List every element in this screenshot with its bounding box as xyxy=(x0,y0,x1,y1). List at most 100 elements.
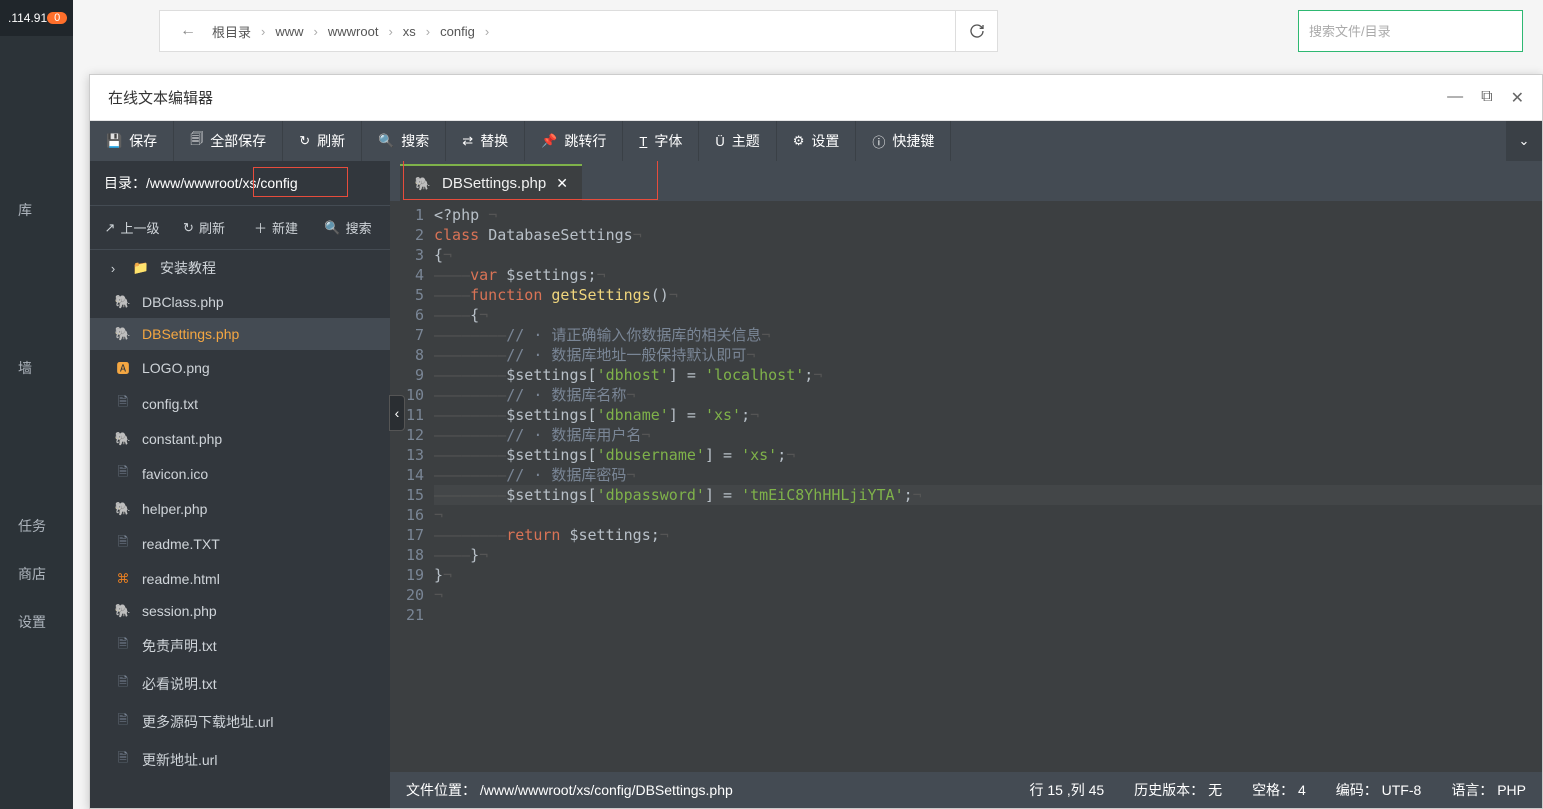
toolbar-overflow-button[interactable]: ⌄ xyxy=(1506,121,1542,161)
sidebar-item-database[interactable]: 库 xyxy=(0,186,73,234)
settings-button[interactable]: ⚙设置 xyxy=(777,121,857,161)
file-item[interactable]: 🗎免责声明.txt xyxy=(90,627,390,665)
refresh-icon xyxy=(969,23,985,39)
file-icon: 🗎 xyxy=(114,393,132,415)
file-panel: 目录：/www/wwwroot/xs/config ↗上一级 ↻刷新 ＋新建 🔍… xyxy=(90,161,390,808)
theme-button[interactable]: Ü主题 xyxy=(699,121,776,161)
crumb-root[interactable]: 根目录 xyxy=(206,22,257,41)
crumb-xs[interactable]: xs xyxy=(397,24,422,39)
file-item[interactable]: 🗎更多源码下载地址.url xyxy=(90,703,390,741)
crumb-config[interactable]: config xyxy=(434,24,481,39)
file-item[interactable]: 🗎更新地址.url xyxy=(90,741,390,779)
save-button[interactable]: 💾保存 xyxy=(90,121,174,161)
notification-badge[interactable]: 0 xyxy=(47,12,67,24)
breadcrumb-bar: ← 根目录› www› wwwroot› xs› config› xyxy=(159,10,1523,52)
save-all-icon: 🗐 xyxy=(190,130,203,152)
minimize-button[interactable]: — xyxy=(1447,88,1463,108)
tab-label: DBSettings.php xyxy=(442,175,546,192)
search-button[interactable]: 🔍搜索 xyxy=(362,121,446,161)
chevron-right-icon: › xyxy=(104,261,122,276)
file-item-selected[interactable]: 🐘DBSettings.php xyxy=(90,318,390,350)
file-item[interactable]: 🅰LOGO.png xyxy=(90,350,390,385)
search-files-button[interactable]: 🔍搜索 xyxy=(312,214,384,241)
maximize-button[interactable]: ⧉ xyxy=(1481,88,1492,108)
gear-icon: ⚙ xyxy=(793,133,805,149)
code-editor[interactable]: 123456789101112131415161718192021 <?php … xyxy=(390,201,1542,772)
indent-status[interactable]: 空格： 4 xyxy=(1252,780,1306,800)
sidebar-item-firewall[interactable]: 墙 xyxy=(0,344,73,392)
crumb-wwwroot[interactable]: wwwroot xyxy=(322,24,385,39)
back-button[interactable]: ← xyxy=(170,22,206,40)
directory-label: 目录：/www/wwwroot/xs/config xyxy=(90,161,390,205)
file-item[interactable]: 🗎config.txt xyxy=(90,385,390,423)
search-icon: 🔍 xyxy=(378,133,394,149)
file-path-status: 文件位置： /www/wwwroot/xs/config/DBSettings.… xyxy=(406,780,733,800)
refresh-icon: ↻ xyxy=(183,220,194,236)
close-button[interactable]: ✕ xyxy=(1511,88,1524,108)
refresh-files-button[interactable]: ↻刷新 xyxy=(168,214,240,241)
main-sidebar: .114.91 0 库 墙 任务 商店 设置 xyxy=(0,0,73,809)
search-input[interactable] xyxy=(1298,10,1523,52)
chevron-right-icon: › xyxy=(481,24,493,39)
file-item[interactable]: 🐘DBClass.php xyxy=(90,286,390,318)
editor-tabs: 🐘 DBSettings.php ✕ xyxy=(390,161,1542,201)
sidebar-item-settings[interactable]: 设置 xyxy=(0,598,73,646)
sidebar-item-store[interactable]: 商店 xyxy=(0,550,73,598)
file-icon: 🗎 xyxy=(114,463,132,485)
language-status[interactable]: 语言： PHP xyxy=(1451,780,1526,800)
crumb-www[interactable]: www xyxy=(269,24,309,39)
php-icon: 🐘 xyxy=(114,603,132,619)
window-controls: — ⧉ ✕ xyxy=(1447,88,1524,108)
font-button[interactable]: T字体 xyxy=(623,121,699,161)
file-item[interactable]: 🐘constant.php xyxy=(90,423,390,455)
editor-title: 在线文本编辑器 xyxy=(108,87,213,108)
breadcrumb: ← 根目录› www› wwwroot› xs› config› xyxy=(159,10,956,52)
php-icon: 🐘 xyxy=(114,431,132,447)
cursor-position-status[interactable]: 行 15 ,列 45 xyxy=(1029,780,1104,800)
new-file-button[interactable]: ＋新建 xyxy=(240,214,312,241)
file-item[interactable]: ⌘readme.html xyxy=(90,563,390,595)
php-icon: 🐘 xyxy=(414,176,432,192)
php-icon: 🐘 xyxy=(114,326,132,342)
code-panel: ‹ 🐘 DBSettings.php ✕ 1234567891011121314… xyxy=(390,161,1542,808)
php-icon: 🐘 xyxy=(114,294,132,310)
share-icon: ↗ xyxy=(105,220,116,236)
code-content[interactable]: <?php ¬class DatabaseSettings¬{¬————var … xyxy=(434,201,1542,772)
file-item[interactable]: 🗎favicon.ico xyxy=(90,455,390,493)
collapse-panel-button[interactable]: ‹ xyxy=(389,395,405,431)
font-icon: T xyxy=(639,134,647,149)
replace-button[interactable]: ⇄替换 xyxy=(446,121,525,161)
file-tab[interactable]: 🐘 DBSettings.php ✕ xyxy=(400,164,582,201)
sidebar-item-tasks[interactable]: 任务 xyxy=(0,502,73,550)
html-icon: ⌘ xyxy=(114,571,132,587)
chevron-right-icon: › xyxy=(310,24,322,39)
hotkey-button[interactable]: ⓘ快捷键 xyxy=(856,121,951,161)
file-item[interactable]: 🗎readme.TXT xyxy=(90,525,390,563)
file-item[interactable]: 🐘helper.php xyxy=(90,493,390,525)
goto-line-button[interactable]: 📌跳转行 xyxy=(525,121,623,161)
file-item[interactable]: 🐘session.php xyxy=(90,595,390,627)
file-icon: 🗎 xyxy=(114,673,132,695)
search-icon: 🔍 xyxy=(324,220,340,236)
folder-icon: 📁 xyxy=(132,260,150,276)
save-all-button[interactable]: 🗐全部保存 xyxy=(174,121,283,161)
parent-dir-button[interactable]: ↗上一级 xyxy=(96,214,168,241)
close-tab-button[interactable]: ✕ xyxy=(556,175,568,192)
chevron-right-icon: › xyxy=(384,24,396,39)
breadcrumb-refresh-button[interactable] xyxy=(956,10,998,52)
php-icon: 🐘 xyxy=(114,501,132,517)
sidebar-header: .114.91 0 xyxy=(0,0,73,36)
ip-fragment: .114.91 xyxy=(8,11,47,25)
editor-window: 在线文本编辑器 — ⧉ ✕ 💾保存 🗐全部保存 ↻刷新 🔍搜索 ⇄替换 📌跳转行… xyxy=(89,74,1543,809)
save-icon: 💾 xyxy=(106,133,122,149)
file-item-folder[interactable]: ›📁安装教程 xyxy=(90,250,390,286)
editor-body: 目录：/www/wwwroot/xs/config ↗上一级 ↻刷新 ＋新建 🔍… xyxy=(90,161,1542,808)
history-status[interactable]: 历史版本： 无 xyxy=(1134,780,1222,800)
theme-icon: Ü xyxy=(715,134,724,149)
encoding-status[interactable]: 编码： UTF-8 xyxy=(1336,780,1422,800)
file-icon: 🗎 xyxy=(114,635,132,657)
chevron-right-icon: › xyxy=(257,24,269,39)
file-item[interactable]: 🗎必看说明.txt xyxy=(90,665,390,703)
file-panel-toolbar: ↗上一级 ↻刷新 ＋新建 🔍搜索 xyxy=(90,205,390,250)
refresh-button[interactable]: ↻刷新 xyxy=(283,121,362,161)
